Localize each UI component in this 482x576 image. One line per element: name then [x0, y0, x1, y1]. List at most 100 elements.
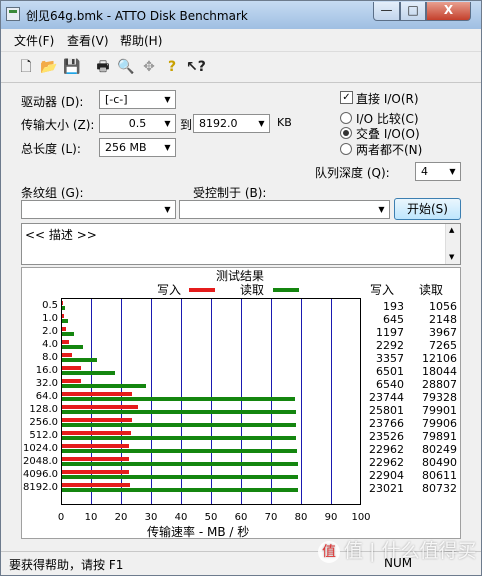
read-value: 12106 — [422, 352, 457, 365]
read-bar — [62, 306, 65, 310]
io-compare-radio[interactable] — [340, 112, 352, 124]
to-label: 到 — [180, 118, 193, 132]
x-tick-label: 100 — [351, 512, 371, 523]
transfer-from-select[interactable]: 0.5 ▼ — [99, 114, 176, 133]
legend-read-label: 读取 — [240, 283, 265, 297]
y-tick-label: 4096.0 — [23, 469, 58, 480]
y-tick-label: 32.0 — [35, 378, 58, 389]
move-icon[interactable]: ✥ — [140, 58, 158, 76]
stripe-group-select[interactable]: ▼ — [21, 200, 176, 219]
write-value: 2292 — [376, 339, 404, 352]
save-icon[interactable]: 💾 — [63, 58, 81, 76]
legend-write-swatch — [189, 288, 215, 292]
read-value: 80611 — [422, 469, 457, 482]
x-tick-label: 40 — [174, 512, 188, 523]
chart-plot-area — [61, 298, 361, 505]
grid-line — [241, 299, 242, 504]
neither-label: 两者都不(N) — [356, 143, 423, 157]
x-tick-label: 90 — [324, 512, 338, 523]
scroll-down-icon[interactable]: ▼ — [449, 253, 454, 261]
transfer-from-value: 0.5 — [128, 117, 147, 130]
write-bar — [62, 431, 131, 435]
read-value: 7265 — [429, 339, 457, 352]
chevron-down-icon: ▼ — [164, 143, 171, 152]
help-icon[interactable]: ? — [163, 58, 181, 76]
print-icon[interactable]: 🖶 — [94, 58, 112, 76]
write-bar — [62, 327, 66, 331]
y-tick-label: 1024.0 — [23, 443, 58, 454]
close-button[interactable]: X — [426, 2, 471, 21]
write-value: 6540 — [376, 378, 404, 391]
neither-radio[interactable] — [340, 143, 352, 155]
direct-io-checkbox[interactable]: ✓ — [340, 91, 353, 104]
read-bar — [62, 397, 295, 401]
chevron-down-icon: ▼ — [378, 205, 385, 214]
transfer-to-select[interactable]: 8192.0 ▼ — [193, 114, 270, 133]
description-field[interactable]: << 描述 >> ▲ ▼ — [21, 223, 461, 265]
queue-depth-select[interactable]: 4 ▼ — [415, 162, 461, 181]
y-tick-label: 512.0 — [29, 430, 58, 441]
write-value: 6501 — [376, 365, 404, 378]
print-preview-icon[interactable]: 🔍 — [117, 58, 135, 76]
read-value: 79891 — [422, 430, 457, 443]
menu-bar: 文件(F) 查看(V) 帮助(H) — [1, 29, 481, 49]
read-bar — [62, 345, 84, 349]
write-bar — [62, 483, 130, 487]
title-bar[interactable]: 创见64g.bmk - ATTO Disk Benchmark — □ X — [1, 1, 481, 29]
chevron-down-icon: ▼ — [164, 95, 171, 104]
context-help-icon[interactable]: ↖? — [186, 58, 206, 76]
total-length-select[interactable]: 256 MB ▼ — [99, 138, 176, 157]
read-bar — [62, 332, 74, 336]
write-bar — [62, 340, 69, 344]
write-value: 1197 — [376, 326, 404, 339]
new-file-icon[interactable]: 🗋 — [17, 58, 35, 76]
grid-line — [211, 299, 212, 504]
read-bar — [62, 319, 69, 323]
status-help-text: 要获得帮助，请按 F1 — [9, 558, 124, 572]
minimize-button[interactable]: — — [373, 2, 400, 21]
chevron-down-icon: ▼ — [449, 167, 456, 176]
write-value: 23526 — [369, 430, 404, 443]
write-bar — [62, 379, 82, 383]
controlled-by-select[interactable]: ▼ — [179, 200, 390, 219]
overlap-io-radio[interactable] — [340, 127, 352, 139]
chevron-down-icon: ▼ — [164, 119, 171, 128]
watermark-logo-icon: 值 — [318, 540, 340, 563]
write-bar — [62, 301, 63, 305]
menu-file[interactable]: 文件(F) — [14, 32, 54, 49]
direct-io-label: 直接 I/O(R) — [356, 92, 419, 106]
read-bar — [62, 371, 115, 375]
start-button[interactable]: 开始(S) — [394, 198, 461, 220]
transfer-to-value: 8192.0 — [199, 117, 238, 130]
read-value: 79901 — [422, 404, 457, 417]
queue-depth-label: 队列深度 (Q): — [315, 166, 390, 180]
y-tick-label: 2.0 — [42, 326, 58, 337]
write-bar — [62, 444, 130, 448]
y-tick-label: 256.0 — [29, 417, 58, 428]
write-value: 645 — [383, 313, 404, 326]
write-value: 23766 — [369, 417, 404, 430]
grid-line — [151, 299, 152, 504]
y-tick-label: 4.0 — [42, 339, 58, 350]
menu-view[interactable]: 查看(V) — [67, 32, 109, 49]
watermark: 值值 | 什么值得买 — [318, 536, 476, 563]
stripe-group-label: 条纹组 (G): — [21, 186, 84, 200]
total-length-label: 总长度 (L): — [21, 142, 81, 156]
controlled-by-label: 受控制于 (B): — [193, 186, 267, 200]
maximize-button[interactable]: □ — [400, 2, 426, 21]
x-tick-label: 50 — [204, 512, 218, 523]
description-scrollbar[interactable]: ▲ ▼ — [445, 224, 460, 264]
write-bar — [62, 470, 130, 474]
drive-select[interactable]: [-c-] ▼ — [99, 90, 176, 109]
grid-line — [181, 299, 182, 504]
write-bar — [62, 418, 132, 422]
menu-help[interactable]: 帮助(H) — [120, 32, 162, 49]
window-title: 创见64g.bmk - ATTO Disk Benchmark — [26, 9, 248, 23]
open-folder-icon[interactable]: 📂 — [40, 58, 58, 76]
scroll-up-icon[interactable]: ▲ — [449, 226, 454, 234]
app-icon — [6, 7, 20, 21]
read-value: 1056 — [429, 300, 457, 313]
read-value: 28807 — [422, 378, 457, 391]
grid-line — [331, 299, 332, 504]
write-bar — [62, 392, 132, 396]
